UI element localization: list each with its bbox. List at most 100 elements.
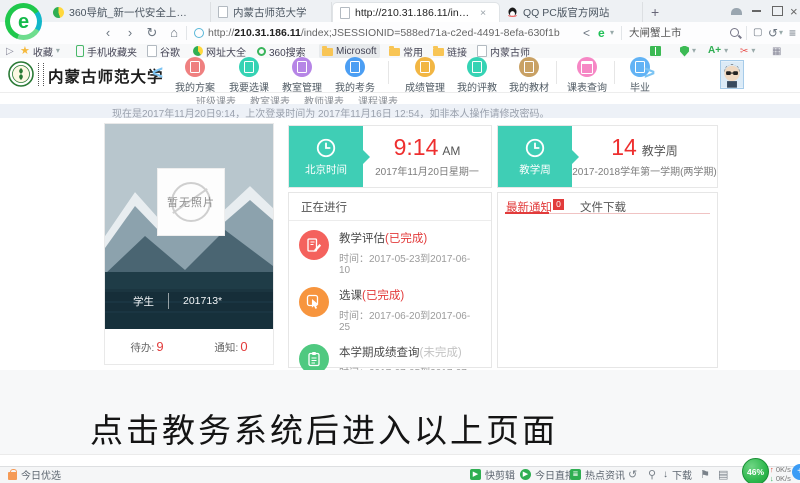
new-tab-button[interactable]: + (643, 2, 667, 22)
site-status-icon[interactable] (194, 28, 204, 38)
task-course-selection[interactable]: 选课(已完成) 时间：2017-06-20到2017-06-25 (289, 278, 491, 335)
flag-icon[interactable]: ⚑ (700, 466, 710, 483)
search-icon[interactable] (730, 28, 739, 37)
nav-item-my-plan[interactable]: 我的方案 (167, 57, 223, 94)
tab-strip: 360导航_新一代安全上网导航 内蒙古师范大学 http://210.31.18… (46, 2, 667, 22)
bookmark-folder-links[interactable]: 链接 (433, 44, 467, 58)
nav-item-timetable[interactable]: 课表查询 (559, 57, 615, 94)
screenshot-scissors-icon[interactable]: ✂▾ (740, 44, 755, 58)
nav-item-textbook[interactable]: 我的教材 (501, 57, 557, 94)
qq-icon (507, 7, 518, 18)
notice-count-badge: 0 (553, 199, 564, 210)
translate-icon[interactable]: A+▾ (708, 44, 728, 58)
upload-arrow-icon: ↑ (770, 465, 774, 474)
clock-icon (524, 137, 546, 159)
in-progress-title: 正在进行 (289, 193, 491, 221)
undo-icon[interactable]: ↺ (768, 22, 778, 44)
share-icon[interactable]: < (583, 22, 590, 44)
back-icon[interactable]: ‹ (100, 22, 116, 44)
teaching-week-tab: 教学周 (498, 126, 572, 187)
dictionary-icon[interactable] (650, 44, 661, 58)
tab-active-portal[interactable]: http://210.31.186.11/index;JSE × (332, 2, 500, 22)
menu-icon[interactable]: ≡ (789, 22, 796, 44)
nav-scroll-right-icon[interactable]: > (644, 61, 655, 87)
home-icon[interactable]: ⌂ (166, 22, 182, 44)
address-input[interactable]: http://210.31.186.11/index;JSESSIONID=58… (208, 22, 560, 44)
bookmark-folder-microsoft[interactable]: Microsoft (319, 44, 380, 58)
divider (556, 61, 557, 84)
360-search-icon (257, 47, 266, 56)
download-arrow-icon: ↓ (770, 474, 774, 483)
todo-counter[interactable]: 待办:9 (130, 339, 163, 355)
bookmark-nmgsd[interactable]: 内蒙古师 (477, 44, 530, 58)
grades-icon (415, 57, 435, 77)
nav-scroll-left-icon[interactable]: < (152, 61, 163, 87)
bookmark-google[interactable]: 谷歌 (147, 44, 180, 58)
theme-hat-icon[interactable] (731, 0, 742, 22)
no-photo-placeholder: 暂无照片 (157, 168, 225, 236)
bookmark-mobile-favorites[interactable]: 手机收藏夹 (76, 44, 137, 58)
folder-icon (322, 48, 333, 56)
notify-counter[interactable]: 通知:0 (214, 339, 247, 355)
current-date: 2017年11月20日星期一 (375, 163, 479, 178)
bookmark-folder-common[interactable]: 常用 (389, 44, 423, 58)
apps-grid-icon[interactable]: ▦ (772, 44, 781, 58)
mongolian-script (38, 63, 44, 86)
bookmark-360-search[interactable]: 360搜索 (257, 44, 306, 58)
profile-role: 学生 (133, 294, 154, 309)
nav-item-evaluation[interactable]: 我的评教 (449, 57, 505, 94)
quick-clip-button[interactable]: ▶快剪辑 (470, 466, 515, 483)
page-icon (147, 45, 157, 57)
profile-card: 暂无照片 学生 201713* 待办:9 通知:0 (104, 123, 274, 365)
exam-icon (345, 57, 365, 77)
globe-icon (193, 46, 203, 56)
nav-item-exam[interactable]: 我的考务 (327, 57, 383, 94)
close-button[interactable]: × (790, 0, 798, 22)
tab-qq[interactable]: QQ PC版官方网站 (500, 2, 643, 22)
chevron-down-icon[interactable]: ▾ (779, 22, 783, 44)
plan-icon (185, 57, 205, 77)
folder-icon (433, 48, 444, 56)
tab-close-icon[interactable]: × (480, 7, 486, 19)
tab-university[interactable]: 内蒙古师范大学 (211, 2, 332, 22)
bookmark-url-collection[interactable]: 网址大全 (193, 44, 246, 58)
profile-identity-bar: 学生 201713* (105, 289, 273, 313)
avatar[interactable] (720, 60, 744, 92)
pin-icon[interactable]: ⚲ (648, 466, 656, 483)
browser-logo-icon[interactable]: e (5, 3, 42, 40)
task-teaching-evaluation[interactable]: 教学评估(已完成) 时间：2017-05-23到2017-06-10 (289, 221, 491, 278)
maximize-button[interactable] (772, 0, 783, 22)
nav-item-graduation[interactable]: 毕业 (612, 57, 668, 94)
beijing-time-card: 北京时间 9:14AM 2017年11月20日星期一 (288, 125, 492, 188)
history-icon[interactable]: ↺ (628, 466, 637, 483)
chevron-down-icon[interactable]: ▾ (610, 22, 614, 44)
bookmark-favorites[interactable]: ★ 收藏 ▾ (20, 44, 60, 58)
minimize-button[interactable] (752, 0, 761, 22)
download-button[interactable]: ↓下载 (663, 466, 692, 483)
live-today-button[interactable]: ▶今日直播 (520, 466, 575, 483)
divider (621, 26, 622, 40)
nav-item-classroom[interactable]: 教室管理 (274, 57, 330, 94)
refresh-icon[interactable]: ↻ (144, 22, 160, 44)
profile-photo-background: 暂无照片 学生 201713* (105, 124, 273, 329)
forward-icon[interactable]: › (122, 22, 138, 44)
status-pending: (未完成) (420, 347, 462, 359)
teaching-week-card: 教学周 14教学周 2017-2018学年第一学期(两学期) (497, 125, 718, 188)
status-done: (已完成) (362, 290, 404, 302)
beijing-time-tab: 北京时间 (289, 126, 363, 187)
status-done: (已完成) (385, 233, 427, 245)
nav-item-course-select[interactable]: 我要选课 (221, 57, 277, 94)
browser-e-icon[interactable]: e (598, 22, 605, 44)
speedup-ball[interactable]: 46% (742, 458, 769, 483)
hot-search-text[interactable]: 大闸蟹上市 (629, 22, 682, 44)
hot-news-button[interactable]: ≣热点资讯 (570, 466, 625, 483)
folder-icon (389, 48, 400, 56)
collapse-icon[interactable]: ▷ (6, 44, 14, 58)
notices-panel: 最新通知0 文件下载 (497, 192, 718, 368)
today-picks-button[interactable]: 今日优选 (8, 466, 61, 483)
shield-icon[interactable]: ▾ (680, 44, 696, 58)
nav-item-grades[interactable]: 成绩管理 (397, 57, 453, 94)
tab-360-nav[interactable]: 360导航_新一代安全上网导航 (46, 2, 211, 22)
tab-underline-active (505, 212, 549, 214)
printer-icon[interactable]: ▤ (718, 466, 728, 483)
